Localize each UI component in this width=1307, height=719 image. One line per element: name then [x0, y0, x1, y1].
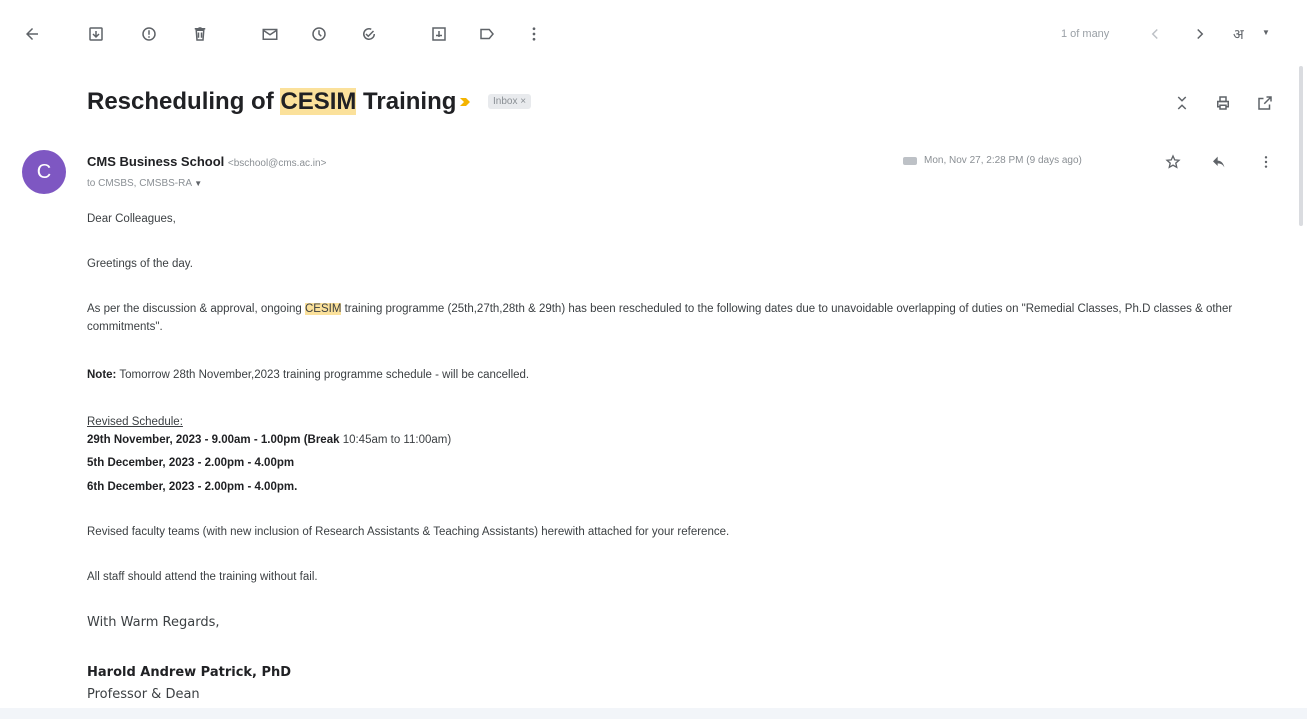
attend-line: All staff should attend the training wit…	[87, 571, 318, 583]
importance-marker-icon[interactable]	[459, 95, 471, 111]
reply-icon[interactable]	[1209, 152, 1229, 172]
signature-name: Harold Andrew Patrick, PhD	[87, 665, 292, 680]
schedule-item: 29th November, 2023 - 9.00am - 1.00pm (B…	[87, 431, 451, 449]
para1-highlight: CESIM	[305, 303, 342, 315]
schedule1-rest: 10:45am to 11:00am)	[339, 434, 452, 446]
note-text: Tomorrow 28th November,2023 training pro…	[116, 369, 530, 381]
message-more-icon[interactable]	[1256, 152, 1276, 172]
bottom-strip	[0, 708, 1307, 719]
schedule-item: 5th December, 2023 - 2.00pm - 4.00pm	[87, 457, 295, 469]
scrollbar[interactable]	[1299, 66, 1303, 226]
note-label: Note:	[87, 369, 117, 381]
message-date: Mon, Nov 27, 2:28 PM (9 days ago)	[902, 155, 1082, 166]
avatar[interactable]: C	[22, 150, 66, 194]
arrow-left-icon[interactable]	[20, 22, 44, 46]
labels-icon[interactable]	[475, 22, 499, 46]
input-tools-button[interactable]: अ	[1233, 25, 1244, 44]
subject-text-before: Rescheduling of	[87, 88, 281, 115]
mark-unread-icon[interactable]	[258, 22, 282, 46]
report-spam-icon[interactable]	[137, 22, 161, 46]
recipients-text: to CMSBS, CMSBS-RA	[87, 178, 192, 189]
note-line: Note: Tomorrow 28th November,2023 traini…	[87, 366, 529, 384]
more-icon[interactable]	[522, 22, 546, 46]
star-icon[interactable]	[1163, 152, 1183, 172]
schedule-item: 6th December, 2023 - 2.00pm - 4.00pm.	[87, 481, 298, 493]
sender: CMS Business School <bschool@cms.ac.in>	[87, 154, 326, 169]
show-details-icon[interactable]: ▼	[194, 179, 202, 188]
delete-icon[interactable]	[188, 22, 212, 46]
snooze-icon[interactable]	[307, 22, 331, 46]
recipients[interactable]: to CMSBS, CMSBS-RA ▼	[87, 178, 202, 189]
subject-text-after: Training	[356, 88, 457, 115]
greetings-day: Greetings of the day.	[87, 258, 193, 270]
attachment-label-icon	[903, 156, 917, 165]
caret-down-icon[interactable]: ▼	[1262, 28, 1270, 37]
move-to-icon[interactable]	[427, 22, 451, 46]
sender-name[interactable]: CMS Business School	[87, 154, 224, 169]
sender-email: <bschool@cms.ac.in>	[227, 158, 327, 169]
chevron-left-icon[interactable]	[1143, 22, 1167, 46]
archive-icon[interactable]	[84, 22, 108, 46]
signature-title: Professor & Dean	[87, 687, 200, 702]
pagination-text: 1 of many	[1061, 28, 1110, 40]
inbox-label-chip[interactable]: Inbox ×	[488, 94, 532, 109]
message-toolbar: 1 of many अ ▼	[0, 0, 1307, 72]
date-text: Mon, Nov 27, 2:28 PM (9 days ago)	[924, 155, 1082, 166]
collapse-all-icon[interactable]	[1172, 93, 1192, 113]
print-icon[interactable]	[1213, 93, 1233, 113]
chevron-right-icon[interactable]	[1188, 22, 1212, 46]
email-subject: Rescheduling of CESIM Training	[87, 88, 456, 116]
subject-row: Rescheduling of CESIM Training Inbox ×	[0, 84, 1307, 124]
regards-line: With Warm Regards,	[87, 615, 220, 630]
schedule1-bold: 29th November, 2023 - 9.00am - 1.00pm (B…	[87, 434, 340, 446]
para1-text-before: As per the discussion & approval, ongoin…	[87, 303, 305, 315]
open-new-window-icon[interactable]	[1255, 93, 1275, 113]
revised-schedule-heading: Revised Schedule:	[87, 416, 183, 428]
greeting: Dear Colleagues,	[87, 213, 176, 225]
subject-highlight: CESIM	[280, 88, 357, 115]
faculty-teams-line: Revised faculty teams (with new inclusio…	[87, 526, 730, 538]
add-to-tasks-icon[interactable]	[357, 22, 381, 46]
paragraph-reschedule: As per the discussion & approval, ongoin…	[87, 300, 1257, 336]
